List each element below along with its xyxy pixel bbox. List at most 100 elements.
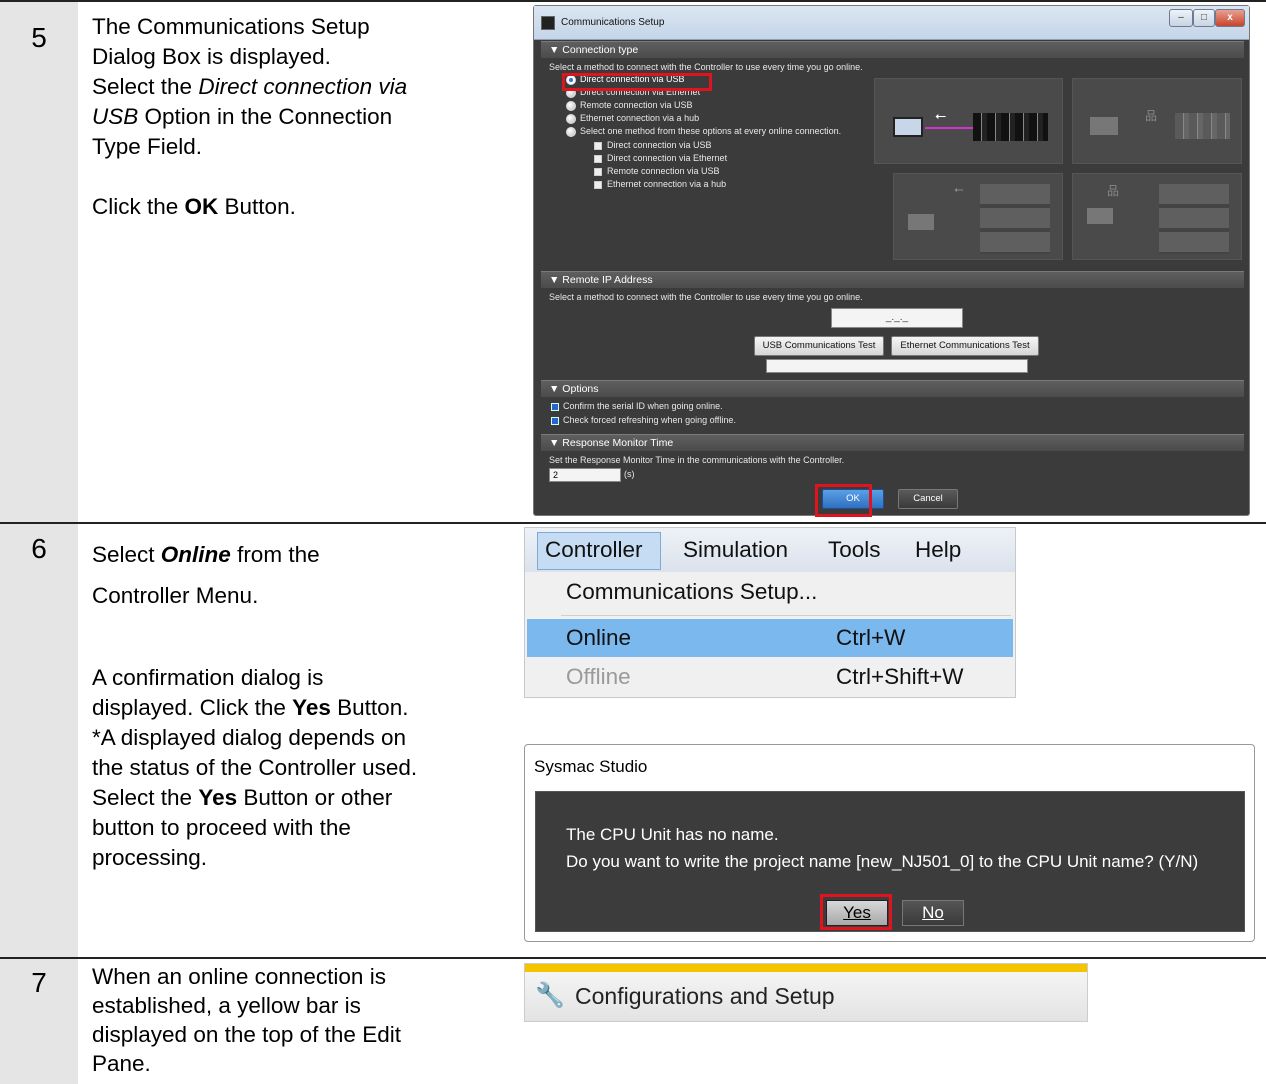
connection-radio[interactable] bbox=[566, 101, 576, 111]
usb-icon: ⭠ bbox=[954, 182, 964, 196]
text-segment: OK bbox=[184, 194, 219, 219]
cancel-button[interactable]: Cancel bbox=[898, 489, 958, 509]
section-connection-type[interactable]: ▼ Connection type bbox=[541, 41, 1244, 58]
sub-option-label: Direct connection via Ethernet bbox=[607, 153, 728, 163]
text-segment: Select the bbox=[92, 785, 199, 810]
text-segment: Dialog Box is displayed. bbox=[92, 44, 331, 69]
ethernet-test-button[interactable]: Ethernet Communications Test bbox=[891, 336, 1039, 356]
text-segment: Pane. bbox=[92, 1051, 151, 1076]
section-response-time[interactable]: ▼ Response Monitor Time bbox=[541, 434, 1244, 451]
controller-icon bbox=[1175, 113, 1230, 139]
ip-prompt: Select a method to connect with the Cont… bbox=[549, 292, 863, 302]
text-segment: button to proceed with the bbox=[92, 815, 351, 840]
edit-pane-title: Configurations and Setup bbox=[575, 983, 835, 1009]
usb-illustration: ⭠ bbox=[874, 78, 1063, 164]
laptop-icon bbox=[1087, 208, 1113, 224]
step-text-line: Click the OK Button. bbox=[92, 192, 502, 222]
text-segment: Type Field. bbox=[92, 134, 203, 159]
remote-usb-illustration: ⭠ bbox=[893, 173, 1063, 260]
text-segment: Yes bbox=[292, 695, 331, 720]
laptop-icon bbox=[908, 214, 934, 230]
resp-unit: (s) bbox=[624, 469, 635, 479]
menu-item-communications-setup[interactable]: Communications Setup... bbox=[566, 579, 817, 605]
menu-item-online[interactable]: Online bbox=[566, 625, 631, 651]
step-number: 7 bbox=[31, 967, 47, 998]
menu-simulation[interactable]: Simulation bbox=[683, 537, 788, 563]
text-segment: Online bbox=[160, 542, 231, 567]
sub-option-checkbox[interactable] bbox=[594, 168, 602, 176]
sub-option-checkbox[interactable] bbox=[594, 155, 602, 163]
section-options[interactable]: ▼ Options bbox=[541, 380, 1244, 397]
text-segment: Direct connection via bbox=[198, 74, 408, 99]
text-segment: established, a yellow bar is bbox=[92, 993, 361, 1018]
controller-menu: Controller Simulation Tools Help Communi… bbox=[524, 527, 1016, 698]
section-remote-ip[interactable]: ▼ Remote IP Address bbox=[541, 271, 1244, 288]
menu-separator bbox=[561, 615, 1011, 616]
connection-radio-label: Remote connection via USB bbox=[580, 100, 693, 110]
dialog-title: Communications Setup bbox=[561, 17, 665, 28]
menu-help[interactable]: Help bbox=[915, 537, 961, 563]
test-result-field bbox=[766, 359, 1028, 373]
text-segment: Option in the Connection bbox=[138, 104, 393, 129]
usb-icon: ⭠ bbox=[935, 107, 947, 123]
controller-stack bbox=[980, 184, 1050, 254]
usb-cable bbox=[925, 127, 973, 129]
step6-text-b: A confirmation dialog is displayed. Click… bbox=[92, 663, 502, 873]
shortcut-offline: Ctrl+Shift+W bbox=[836, 664, 964, 689]
text-segment: processing. bbox=[92, 845, 208, 870]
shortcut-online: Ctrl+W bbox=[836, 625, 906, 650]
highlight-ok-button bbox=[815, 484, 872, 517]
step-text-line: displayed on the top of the Edit bbox=[92, 1020, 502, 1049]
maximize-button[interactable]: □ bbox=[1193, 9, 1215, 27]
row-divider bbox=[0, 957, 1266, 959]
opt2-label: Check forced refreshing when going offli… bbox=[563, 415, 736, 425]
minimize-button[interactable]: ‒ bbox=[1169, 9, 1193, 27]
text-segment: USB bbox=[92, 104, 139, 129]
menu-tools[interactable]: Tools bbox=[828, 537, 881, 563]
step-text-line: *A displayed dialog depends on bbox=[92, 723, 502, 753]
text-segment: Click the bbox=[92, 194, 185, 219]
confirm-line2: Do you want to write the project name [n… bbox=[566, 852, 1199, 871]
text-segment: When an online connection is bbox=[92, 964, 386, 989]
step-text-line: the status of the Controller used. bbox=[92, 753, 502, 783]
text-segment: Button. bbox=[330, 695, 409, 720]
step-number: 5 bbox=[31, 22, 47, 53]
hub-illustration: 品 bbox=[1072, 173, 1242, 260]
row-divider bbox=[0, 522, 1266, 524]
confirm-dialog-title: Sysmac Studio bbox=[534, 757, 648, 776]
menu-item-offline: Offline bbox=[566, 664, 631, 689]
response-time-input[interactable]: 2 bbox=[549, 468, 621, 482]
resp-value: 2 bbox=[553, 470, 559, 480]
usb-test-button[interactable]: USB Communications Test bbox=[754, 336, 884, 356]
connection-radio[interactable] bbox=[566, 127, 576, 137]
laptop-icon bbox=[893, 117, 923, 137]
text-segment: The Communications Setup bbox=[92, 14, 370, 39]
step-text-line: USB Option in the Connection bbox=[92, 102, 502, 132]
conn-prompt: Select a method to connect with the Cont… bbox=[549, 62, 863, 72]
text-segment: Select bbox=[92, 542, 161, 567]
resp-prompt: Set the Response Monitor Time in the com… bbox=[549, 455, 845, 465]
menu-controller[interactable]: Controller bbox=[545, 537, 643, 563]
sub-option-label: Remote connection via USB bbox=[607, 166, 720, 176]
ethernet-illustration: 品 bbox=[1072, 78, 1242, 164]
forced-refresh-checkbox[interactable] bbox=[551, 417, 559, 425]
sub-option-checkbox[interactable] bbox=[594, 181, 602, 189]
table-top-rule bbox=[0, 0, 1266, 2]
highlight-usb-option bbox=[562, 73, 712, 91]
close-button[interactable]: x bbox=[1215, 9, 1245, 27]
confirm-line1: The CPU Unit has no name. bbox=[566, 825, 779, 844]
connection-radio[interactable] bbox=[566, 114, 576, 124]
controller-icon bbox=[973, 113, 1048, 141]
app-icon bbox=[541, 16, 555, 30]
communications-setup-dialog: Communications Setup ‒ □ x ▼ Connection … bbox=[533, 5, 1250, 517]
text-segment: Button or other bbox=[237, 785, 393, 810]
step-text-line: processing. bbox=[92, 843, 502, 873]
network-icon: 品 bbox=[1107, 184, 1120, 198]
menu-bar: Controller Simulation Tools Help bbox=[525, 528, 1015, 572]
no-button[interactable]: No bbox=[902, 900, 964, 926]
ip-value: _._._ bbox=[885, 312, 909, 323]
confirm-serial-checkbox[interactable] bbox=[551, 403, 559, 411]
text-segment: from the bbox=[230, 542, 320, 567]
sub-option-checkbox[interactable] bbox=[594, 142, 602, 150]
ip-address-input[interactable]: _._._ bbox=[831, 308, 963, 328]
